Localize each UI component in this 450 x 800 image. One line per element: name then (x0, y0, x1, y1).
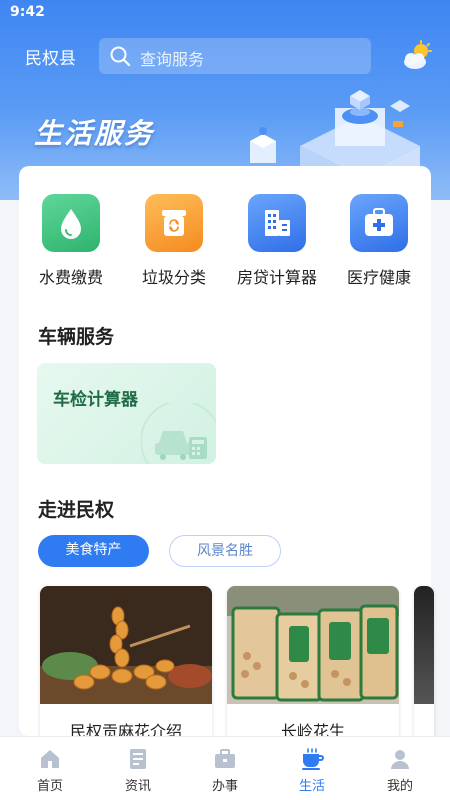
tab-bar-label: 首页 (36, 779, 63, 794)
car-calculator-icon (141, 403, 216, 464)
service-garbage-sorting[interactable]: 垃圾分类 (129, 194, 219, 288)
service-label: 医疗健康 (346, 268, 411, 287)
tab-bar-label: 资讯 (124, 779, 151, 794)
vehicle-section-title: 车辆服务 (38, 326, 115, 348)
news-icon (130, 749, 146, 769)
service-mortgage-calculator[interactable]: 房贷计算器 (232, 194, 322, 288)
food-card[interactable]: 长岭花生 (227, 586, 399, 746)
twisted-dough-photo (40, 586, 212, 704)
service-label: 垃圾分类 (141, 268, 206, 287)
status-bar: 9:42 (0, 0, 450, 26)
food-card-partial[interactable] (414, 586, 434, 746)
search-placeholder: 查询服务 (140, 50, 205, 69)
service-label: 房贷计算器 (236, 268, 317, 287)
building-icon (248, 194, 306, 252)
tab-bar-home[interactable]: 首页 (5, 737, 95, 800)
partial-card-photo (414, 586, 434, 704)
partly-cloudy-icon[interactable] (401, 40, 433, 72)
status-time: 9:42 (10, 4, 45, 20)
home-icon (41, 750, 59, 768)
user-icon (391, 750, 409, 769)
coffee-cup-icon (302, 748, 324, 770)
tab-bar-profile[interactable]: 我的 (355, 737, 445, 800)
tab-bar-services[interactable]: 办事 (180, 737, 270, 800)
medical-kit-icon (350, 194, 408, 252)
water-drop-icon (42, 194, 100, 252)
search-icon (110, 46, 131, 67)
car-card-label: 车检计算器 (53, 390, 138, 410)
service-water-bill[interactable]: 水费缴费 (26, 194, 116, 288)
explore-section-title: 走进民权 (38, 499, 115, 521)
tab-bar-news[interactable]: 资讯 (93, 737, 183, 800)
tab-bar-label: 生活 (298, 779, 325, 794)
food-card[interactable]: 民权贡麻花介绍 (40, 586, 212, 746)
tab-bar-label: 办事 (211, 779, 238, 794)
trash-bin-icon (145, 194, 203, 252)
vehicle-inspection-calculator-card[interactable]: 车检计算器 (37, 363, 216, 464)
banner-title: 生活服务 (34, 117, 155, 150)
service-medical-health[interactable]: 医疗健康 (334, 194, 424, 288)
bottom-tab-bar: 首页 资讯 办事 生活 我的 (0, 736, 450, 800)
search-input[interactable]: 查询服务 (99, 38, 371, 74)
tab-food-specialties[interactable]: 美食特产 (38, 535, 149, 567)
tab-scenic-spots[interactable]: 风景名胜 (169, 535, 281, 567)
main-content-card: 水费缴费 垃圾分类 房贷计算器 医疗健康 车辆服务 车检计算器 走进民权 美食特… (19, 166, 434, 746)
briefcase-icon (215, 749, 235, 768)
city-selector[interactable]: 民权县 (25, 44, 76, 69)
peanut-packages-photo (227, 586, 399, 704)
service-label: 水费缴费 (38, 268, 103, 287)
tab-bar-label: 我的 (386, 779, 413, 794)
tab-bar-life[interactable]: 生活 (267, 737, 357, 800)
